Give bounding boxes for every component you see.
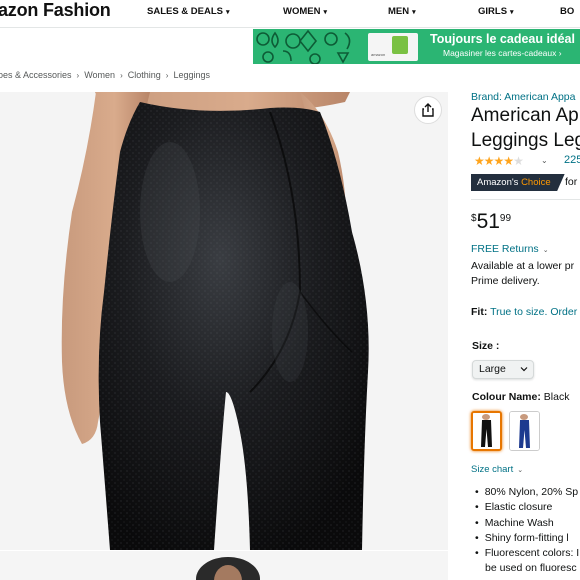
model-photo-thumbnail: [196, 557, 260, 580]
chevron-right-icon: ›: [165, 71, 169, 80]
nav-girls[interactable]: GIRLS ▾: [478, 6, 514, 17]
star-icon: ★: [493, 154, 505, 168]
fit-label: Fit:: [471, 306, 488, 318]
gift-bag-icon: [392, 36, 408, 54]
colour-label: Colour Name: Black: [472, 391, 570, 403]
size-label: Size :: [472, 340, 500, 352]
chevron-down-icon: ▾: [226, 9, 230, 16]
chevron-down-icon: ▾: [323, 9, 327, 16]
fit-info: Fit: True to size. Order: [471, 306, 577, 318]
black-leggings-thumbnail: [473, 413, 500, 449]
breadcrumb: oes & Accessories › Women › Clothing › Legging…: [0, 70, 210, 80]
badge-choice: Choice: [521, 177, 551, 188]
breadcrumb-item[interactable]: oes & Accessories: [0, 70, 72, 80]
nav-women[interactable]: WOMEN ▾: [283, 6, 327, 17]
star-icon: ★: [503, 154, 514, 168]
list-item: Shiny form-fitting l: [475, 531, 579, 546]
list-item: Fluorescent colors: I: [475, 546, 580, 561]
star-icon: ★: [513, 154, 524, 168]
star-icon: ★: [483, 154, 495, 168]
size-chart-link[interactable]: Size chart ⌄: [471, 464, 523, 475]
brand-link[interactable]: Brand: American Appa: [471, 91, 575, 103]
list-item: 80% Nylon, 20% Sp: [475, 485, 579, 500]
chevron-right-icon: ›: [76, 71, 80, 80]
promo-title: Toujours le cadeau idéal: [430, 32, 575, 46]
feature-bullets: 80% Nylon, 20% Sp Elastic closure Machin…: [475, 485, 580, 577]
badge-for-text: for: [565, 176, 578, 188]
star-icon: ★: [474, 154, 485, 168]
price: $5199: [471, 210, 511, 234]
amazons-choice-badge: Amazon's Choice: [471, 174, 565, 191]
breadcrumb-item[interactable]: Clothing: [128, 70, 161, 80]
price-whole: 51: [476, 210, 500, 233]
chevron-down-icon: ⌄: [542, 247, 549, 254]
store-brand[interactable]: azon Fashion: [0, 0, 111, 21]
nav-sales-deals[interactable]: SALES & DEALS ▾: [147, 6, 230, 17]
product-title-line: Leggings Leg: [471, 130, 580, 151]
fit-value-link[interactable]: True to size. Order: [490, 306, 577, 318]
nav-men[interactable]: MEN ▾: [388, 6, 416, 17]
leggings-photo: [0, 92, 448, 550]
gift-card-logo: amazon: [371, 52, 386, 57]
list-item: Elastic closure: [475, 500, 579, 515]
size-dropdown[interactable]: Large: [472, 360, 534, 379]
chevron-down-icon: ⌄: [517, 467, 524, 474]
chevron-right-icon: ›: [120, 71, 123, 80]
product-title-line: American App: [471, 105, 580, 126]
colour-swatch-black[interactable]: [471, 411, 502, 451]
price-fraction: 99: [499, 213, 512, 224]
chevron-down-icon: ▾: [412, 9, 416, 16]
rating-count[interactable]: 225: [564, 154, 580, 166]
divider: [471, 199, 580, 200]
blue-leggings-thumbnail: [510, 412, 539, 450]
star-rating[interactable]: ★★★★★: [474, 154, 524, 168]
gift-card-promo-banner[interactable]: amazon Toujours le cadeau idéal Magasine…: [253, 29, 580, 64]
product-main-image[interactable]: [0, 92, 448, 550]
breadcrumb-item[interactable]: Women: [84, 70, 115, 80]
next-product-image[interactable]: [0, 551, 448, 580]
free-returns-link[interactable]: FREE Returns ⌄: [471, 243, 549, 255]
list-item: Machine Wash: [475, 516, 579, 531]
price-currency: $: [471, 213, 477, 224]
fruit-pattern-icon: [256, 29, 351, 64]
promo-link[interactable]: Magasiner les cartes-cadeaux ›: [443, 48, 562, 58]
colour-value: Black: [543, 391, 570, 403]
chevron-down-icon[interactable]: ⌄: [541, 156, 548, 165]
product-title: American App Leggings Leg: [471, 103, 580, 153]
size-selected-value: Large: [479, 363, 506, 375]
list-item: be used on fluoresc: [485, 562, 577, 575]
top-nav: azon Fashion SALES & DEALS ▾ WOMEN ▾ MEN ▾ …: [0, 0, 580, 28]
breadcrumb-item[interactable]: Leggings: [173, 70, 210, 80]
availability-text: Available at a lower pr Prime delivery.: [471, 260, 575, 287]
share-button[interactable]: [414, 96, 442, 124]
gift-card-image: amazon: [368, 33, 418, 61]
badge-prefix: Amazon's: [477, 177, 519, 188]
chevron-down-icon: [520, 367, 528, 372]
nav-boys[interactable]: BO: [560, 6, 574, 17]
colour-swatch-blue[interactable]: [509, 411, 540, 451]
share-icon: [422, 103, 434, 117]
chevron-down-icon: ▾: [510, 9, 514, 16]
